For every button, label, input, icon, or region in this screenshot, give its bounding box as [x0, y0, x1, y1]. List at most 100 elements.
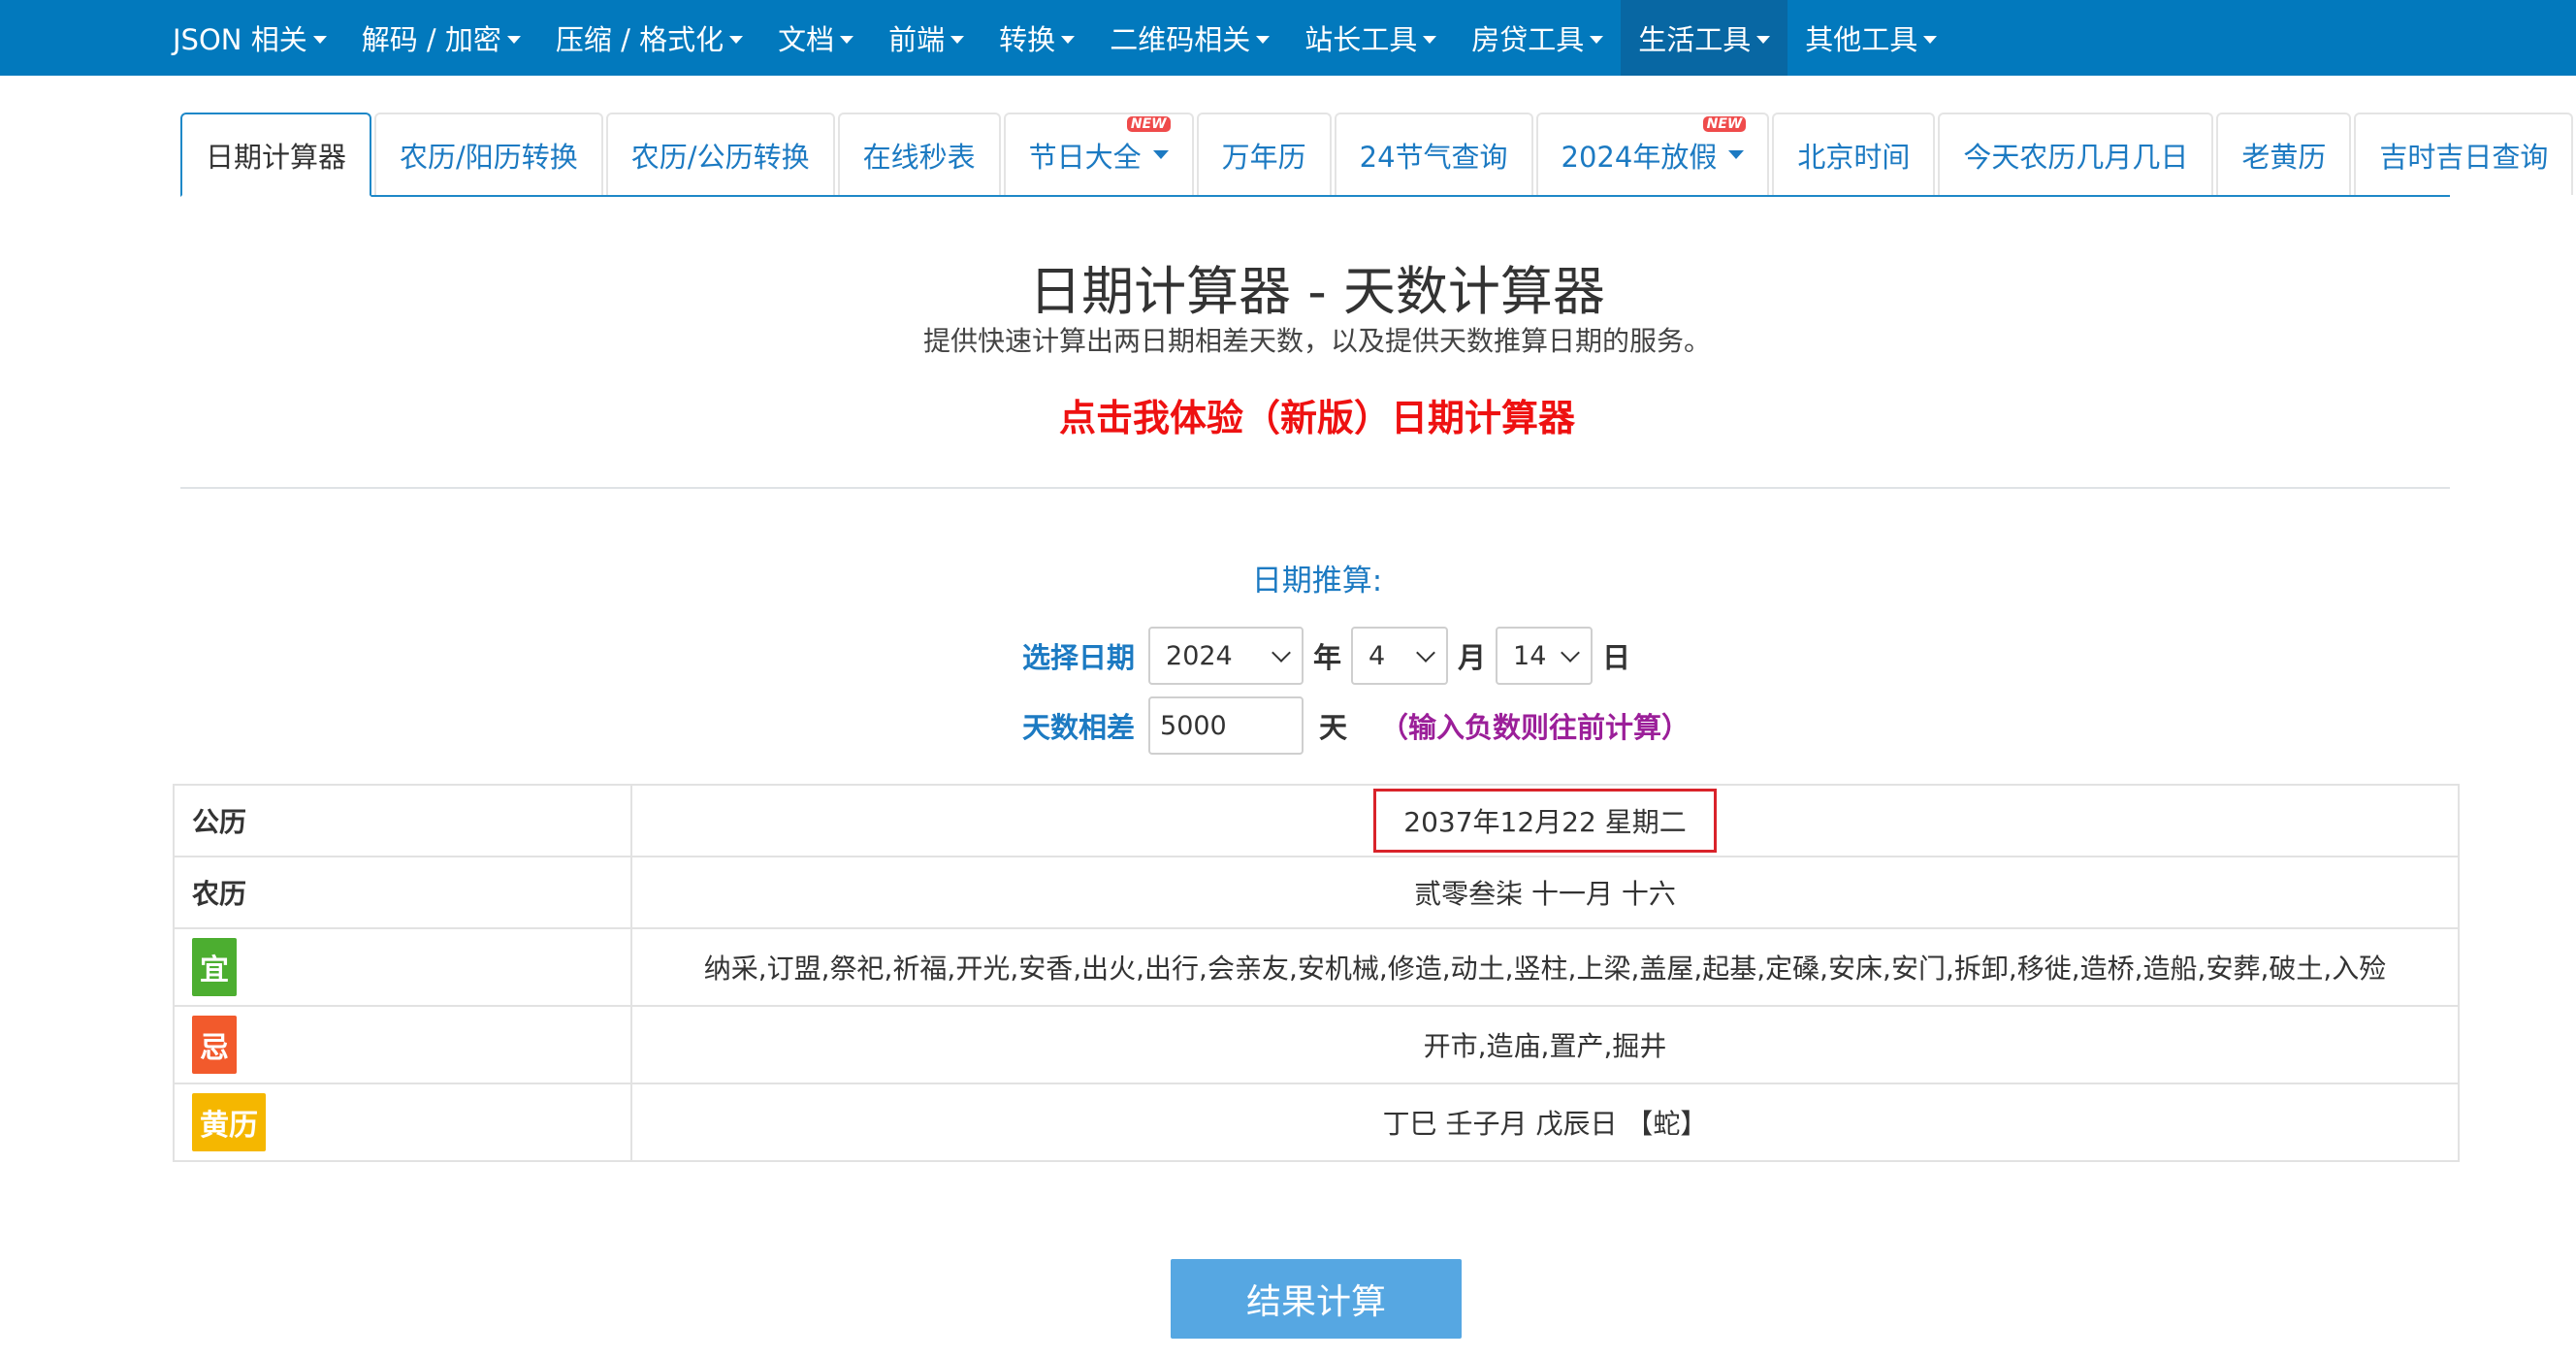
nav-webmaster[interactable]: 站长工具	[1287, 0, 1454, 76]
new-badge: NEW	[1702, 116, 1747, 132]
nav-mortgage-label: 房贷工具	[1471, 23, 1585, 56]
nav-json[interactable]: JSON 相关	[155, 0, 344, 76]
nav-life-tools[interactable]: 生活工具	[1621, 0, 1788, 76]
ji-value: 开市,造庙,置产,掘井	[630, 1005, 2460, 1084]
chevron-down-icon	[1561, 643, 1580, 663]
tab-label: 北京时间	[1797, 140, 1911, 174]
yi-value: 纳采,订盟,祭祀,祈福,开光,安香,出火,出行,会亲友,安机械,修造,动土,竖柱…	[630, 927, 2460, 1007]
tab-beijing-time[interactable]: 北京时间	[1772, 113, 1936, 195]
tab-old-almanac[interactable]: 老黄历	[2216, 113, 2352, 195]
new-version-link[interactable]: 点击我体验（新版）日期计算器	[0, 388, 2576, 441]
caret-down-icon	[840, 36, 854, 44]
year-select[interactable]: 2024	[1148, 627, 1304, 685]
table-row: 公历 2037年12月22 星期二	[173, 784, 2460, 857]
tab-today-lunar[interactable]: 今天农历几月几日	[1938, 113, 2214, 195]
days-diff-row: 天数相差 天 （输入负数则往前计算）	[1022, 696, 1690, 755]
yi-label-cell: 宜	[173, 927, 632, 1007]
nav-other-tools[interactable]: 其他工具	[1787, 0, 1954, 76]
tab-perpetual-calendar[interactable]: 万年历	[1196, 113, 1332, 195]
nav-compress-format[interactable]: 压缩 / 格式化	[538, 0, 760, 76]
month-value: 4	[1368, 640, 1386, 671]
top-navbar: JSON 相关 解码 / 加密 压缩 / 格式化 文档 前端 转换 二维码相关 …	[0, 0, 2576, 76]
nav-docs-label: 文档	[778, 23, 835, 56]
tab-lunar-solar[interactable]: 农历/阳历转换	[374, 113, 603, 195]
nav-life-label: 生活工具	[1638, 23, 1752, 56]
tab-date-calculator[interactable]: 日期计算器	[180, 113, 372, 197]
caret-down-icon	[950, 36, 965, 44]
year-unit: 年	[1313, 641, 1342, 674]
calculate-button[interactable]: 结果计算	[1171, 1259, 1462, 1339]
tab-label: 农历/公历转换	[630, 140, 810, 174]
tab-label: 24节气查询	[1359, 140, 1508, 174]
nav-json-label: JSON 相关	[173, 23, 307, 56]
chevron-down-icon	[1416, 643, 1435, 663]
caret-down-icon	[1061, 36, 1076, 44]
nav-mortgage[interactable]: 房贷工具	[1454, 0, 1621, 76]
new-badge: NEW	[1126, 116, 1171, 132]
nav-webmaster-label: 站长工具	[1304, 23, 1418, 56]
ji-label-cell: 忌	[173, 1005, 632, 1084]
caret-down-icon	[1590, 36, 1604, 44]
nav-frontend-label: 前端	[888, 23, 946, 56]
huangli-value: 丁巳 壬子月 戊辰日 【蛇】	[630, 1083, 2460, 1162]
negative-hint: （输入负数则往前计算）	[1380, 711, 1690, 744]
tab-label: 日期计算器	[206, 140, 347, 174]
nav-convert[interactable]: 转换	[982, 0, 1092, 76]
nav-convert-label: 转换	[999, 23, 1056, 56]
lunar-label: 农历	[173, 856, 632, 929]
days-diff-label: 天数相差	[1022, 711, 1136, 744]
ji-badge: 忌	[192, 1016, 237, 1074]
tab-label: 今天农历几月几日	[1963, 140, 2189, 174]
tab-label: 吉时吉日查询	[2379, 140, 2549, 174]
nav-other-label: 其他工具	[1805, 23, 1918, 56]
tab-label: 老黄历	[2241, 140, 2327, 174]
nav-decode-encrypt[interactable]: 解码 / 加密	[344, 0, 538, 76]
form-heading: 日期推算:	[1251, 564, 1383, 598]
tab-label: 在线秒表	[862, 140, 976, 174]
tab-label: 2024年放假	[1561, 140, 1718, 174]
month-select[interactable]: 4	[1351, 627, 1449, 685]
month-unit: 月	[1458, 641, 1487, 674]
tab-holidays-2024[interactable]: 2024年放假 NEW	[1535, 113, 1770, 195]
date-label: 选择日期	[1022, 641, 1136, 674]
table-row: 农历 贰零叁柒 十一月 十六	[173, 856, 2460, 929]
tab-label: 节日大全	[1028, 140, 1142, 174]
divider	[180, 487, 2450, 489]
caret-down-icon	[506, 36, 521, 44]
gregorian-value: 2037年12月22 星期二	[1373, 789, 1717, 853]
caret-down-icon	[1423, 36, 1437, 44]
table-row: 忌 开市,造庙,置产,掘井	[173, 1005, 2460, 1084]
tab-label: 农历/阳历转换	[400, 140, 578, 174]
tab-auspicious-days[interactable]: 吉时吉日查询	[2354, 113, 2574, 195]
result-table: 公历 2037年12月22 星期二 农历 贰零叁柒 十一月 十六 宜 纳采,订盟…	[173, 784, 2460, 1162]
yi-badge: 宜	[192, 938, 237, 996]
caret-down-icon	[1923, 36, 1938, 44]
tab-lunar-gregorian[interactable]: 农历/公历转换	[605, 113, 835, 195]
caret-down-icon	[1152, 150, 1169, 159]
tab-stopwatch[interactable]: 在线秒表	[837, 113, 1001, 195]
day-select[interactable]: 14	[1496, 627, 1594, 685]
gregorian-label: 公历	[173, 784, 632, 857]
page-title: 日期计算器 - 天数计算器	[1029, 261, 1605, 322]
table-row: 宜 纳采,订盟,祭祀,祈福,开光,安香,出火,出行,会亲友,安机械,修造,动土,…	[173, 927, 2460, 1007]
year-value: 2024	[1166, 640, 1233, 671]
caret-down-icon	[1256, 36, 1271, 44]
day-unit: 日	[1602, 641, 1631, 674]
nav-qrcode[interactable]: 二维码相关	[1092, 0, 1287, 76]
huangli-badge: 黄历	[192, 1093, 266, 1151]
nav-decode-label: 解码 / 加密	[361, 23, 501, 56]
chevron-down-icon	[1272, 643, 1291, 663]
nav-qrcode-label: 二维码相关	[1110, 23, 1251, 56]
nav-compress-label: 压缩 / 格式化	[555, 23, 724, 56]
days-diff-input[interactable]	[1148, 696, 1304, 755]
tab-festivals[interactable]: 节日大全 NEW	[1003, 113, 1194, 195]
caret-down-icon	[729, 36, 744, 44]
nav-docs[interactable]: 文档	[760, 0, 871, 76]
caret-down-icon	[1728, 150, 1745, 159]
huangli-label-cell: 黄历	[173, 1083, 632, 1162]
days-unit: 天	[1319, 711, 1348, 744]
nav-frontend[interactable]: 前端	[871, 0, 982, 76]
date-select-row: 选择日期 2024 年 4 月 14 日	[1022, 627, 1640, 685]
tab-solar-terms[interactable]: 24节气查询	[1334, 113, 1533, 195]
tool-tabs: 日期计算器 农历/阳历转换 农历/公历转换 在线秒表 节日大全 NEW 万年历 2…	[180, 113, 2574, 197]
